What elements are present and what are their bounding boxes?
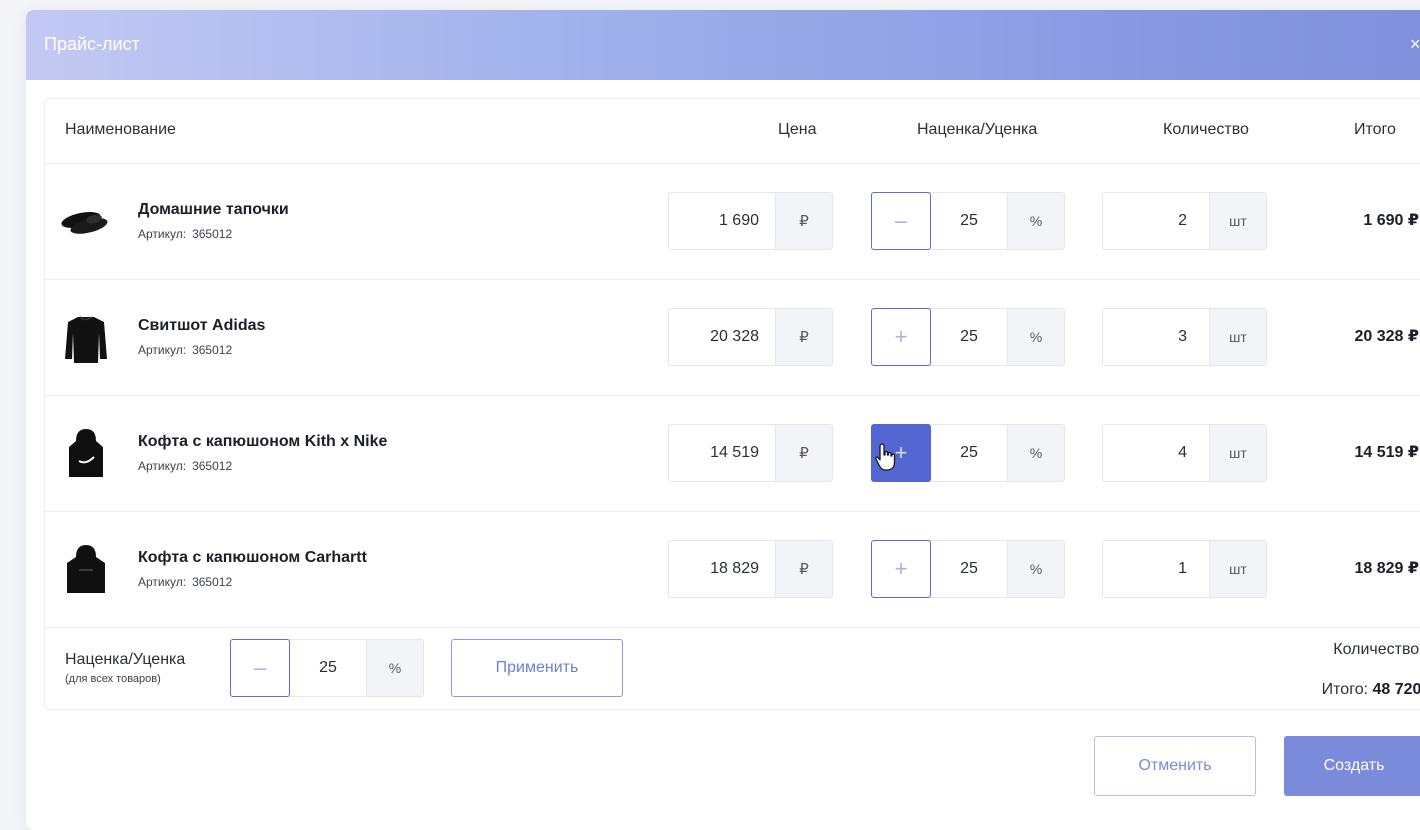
product-sku: Артикул: 365012 xyxy=(138,227,233,241)
product-name: Кофта с капюшоном Kith x Nike xyxy=(138,433,388,450)
hoodie-icon xyxy=(69,429,103,477)
quantity-value[interactable]: 1 xyxy=(1103,541,1209,597)
close-icon[interactable]: × xyxy=(1410,34,1420,55)
currency-unit: ₽ xyxy=(775,425,832,481)
create-button[interactable]: Создать xyxy=(1284,736,1420,796)
markup-toggle-button[interactable]: + xyxy=(871,540,931,598)
quantity-input[interactable]: 3 шт xyxy=(1102,308,1267,366)
slippers-icon xyxy=(61,211,108,234)
row-total: 20 328 ₽ xyxy=(1354,328,1419,345)
row-total: 14 519 ₽ xyxy=(1354,444,1419,461)
price-value[interactable]: 18 829 xyxy=(669,541,775,597)
price-table: Наименование Цена Наценка/Уценка Количес… xyxy=(44,98,1420,710)
cancel-button[interactable]: Отменить xyxy=(1094,736,1256,796)
quantity-value[interactable]: 4 xyxy=(1103,425,1209,481)
quantity-input[interactable]: 4 шт xyxy=(1102,424,1267,482)
quantity-input[interactable]: 2 шт xyxy=(1102,192,1267,250)
markup-value[interactable]: 25 xyxy=(931,541,1007,597)
percent-unit: % xyxy=(1007,309,1064,365)
product-name: Кофта с капюшоном Carhartt xyxy=(138,549,367,566)
row-total: 18 829 ₽ xyxy=(1354,560,1419,577)
header-price: Цена xyxy=(778,121,817,138)
quantity-unit: шт xyxy=(1209,541,1266,597)
modal-header: Прайс-лист × xyxy=(26,10,1420,80)
header-markup: Наценка/Уценка xyxy=(917,121,1038,138)
bulk-markup-value[interactable]: 25 xyxy=(290,640,366,696)
sweatshirt-icon xyxy=(65,316,107,363)
product-name: Домашние тапочки xyxy=(138,201,289,218)
percent-unit: % xyxy=(1007,541,1064,597)
percent-unit: % xyxy=(1007,193,1064,249)
quantity-value[interactable]: 3 xyxy=(1103,309,1209,365)
hoodie-icon xyxy=(67,545,105,593)
quantity-unit: шт xyxy=(1209,193,1266,249)
header-name: Наименование xyxy=(65,121,176,138)
currency-unit: ₽ xyxy=(775,193,832,249)
table-header: Наименование Цена Наценка/Уценка Количес… xyxy=(45,99,1420,164)
price-input[interactable]: 1 690 ₽ xyxy=(668,192,833,250)
bulk-markup-sublabel: (для всех товаров) xyxy=(65,673,161,685)
currency-unit: ₽ xyxy=(775,309,832,365)
row-total: 1 690 ₽ xyxy=(1363,212,1419,229)
product-name: Свитшот Adidas xyxy=(138,317,266,334)
bulk-markup-toggle-button[interactable]: – xyxy=(230,639,290,697)
markup-toggle-button[interactable]: – xyxy=(871,192,931,250)
price-input[interactable]: 18 829 ₽ xyxy=(668,540,833,598)
price-value[interactable]: 20 328 xyxy=(669,309,775,365)
quantity-input[interactable]: 1 шт xyxy=(1102,540,1267,598)
price-value[interactable]: 1 690 xyxy=(669,193,775,249)
percent-unit: % xyxy=(366,640,423,696)
markup-toggle-button[interactable]: + xyxy=(871,308,931,366)
table-row: Свитшот Adidas Артикул: 365012 20 328 ₽ +… xyxy=(45,279,1420,396)
price-input[interactable]: 14 519 ₽ xyxy=(668,424,833,482)
table-row: Кофта с капюшоном Carhartt Артикул: 36501… xyxy=(45,511,1420,628)
bulk-markup-input[interactable]: – 25 % xyxy=(230,639,424,697)
product-sku: Артикул: 365012 xyxy=(138,343,233,357)
price-value[interactable]: 14 519 xyxy=(669,425,775,481)
summary-quantity: Количество: 4 xyxy=(1333,641,1420,658)
quantity-unit: шт xyxy=(1209,309,1266,365)
markup-input[interactable]: + 25 % xyxy=(871,540,1065,598)
product-sku: Артикул: 365012 xyxy=(138,575,233,589)
markup-value[interactable]: 25 xyxy=(931,425,1007,481)
markup-value[interactable]: 25 xyxy=(931,309,1007,365)
modal-title: Прайс-лист xyxy=(44,34,140,54)
currency-unit: ₽ xyxy=(775,541,832,597)
bulk-markup-label: Наценка/Уценка xyxy=(65,651,186,668)
apply-button[interactable]: Применить xyxy=(451,639,623,697)
price-input[interactable]: 20 328 ₽ xyxy=(668,308,833,366)
quantity-value[interactable]: 2 xyxy=(1103,193,1209,249)
table-row: Домашние тапочки Артикул: 365012 1 690 ₽ … xyxy=(45,163,1420,280)
markup-input[interactable]: + 25 % xyxy=(871,424,1065,482)
markup-toggle-button[interactable]: + xyxy=(871,424,931,482)
table-row: Кофта с капюшоном Kith x Nike Артикул: 36… xyxy=(45,395,1420,512)
markup-value[interactable]: 25 xyxy=(931,193,1007,249)
markup-input[interactable]: + 25 % xyxy=(871,308,1065,366)
summary-total: Итого: 48 720 ₽ xyxy=(1321,681,1420,698)
table-footer: Наценка/Уценка (для всех товаров) – 25 %… xyxy=(45,629,1420,709)
header-quantity: Количество xyxy=(1163,121,1249,138)
markup-input[interactable]: – 25 % xyxy=(871,192,1065,250)
product-sku: Артикул: 365012 xyxy=(138,459,233,473)
price-list-modal: Прайс-лист × Наименование Цена Наценка/У… xyxy=(26,10,1420,830)
quantity-unit: шт xyxy=(1209,425,1266,481)
header-total: Итого xyxy=(1354,121,1396,138)
percent-unit: % xyxy=(1007,425,1064,481)
